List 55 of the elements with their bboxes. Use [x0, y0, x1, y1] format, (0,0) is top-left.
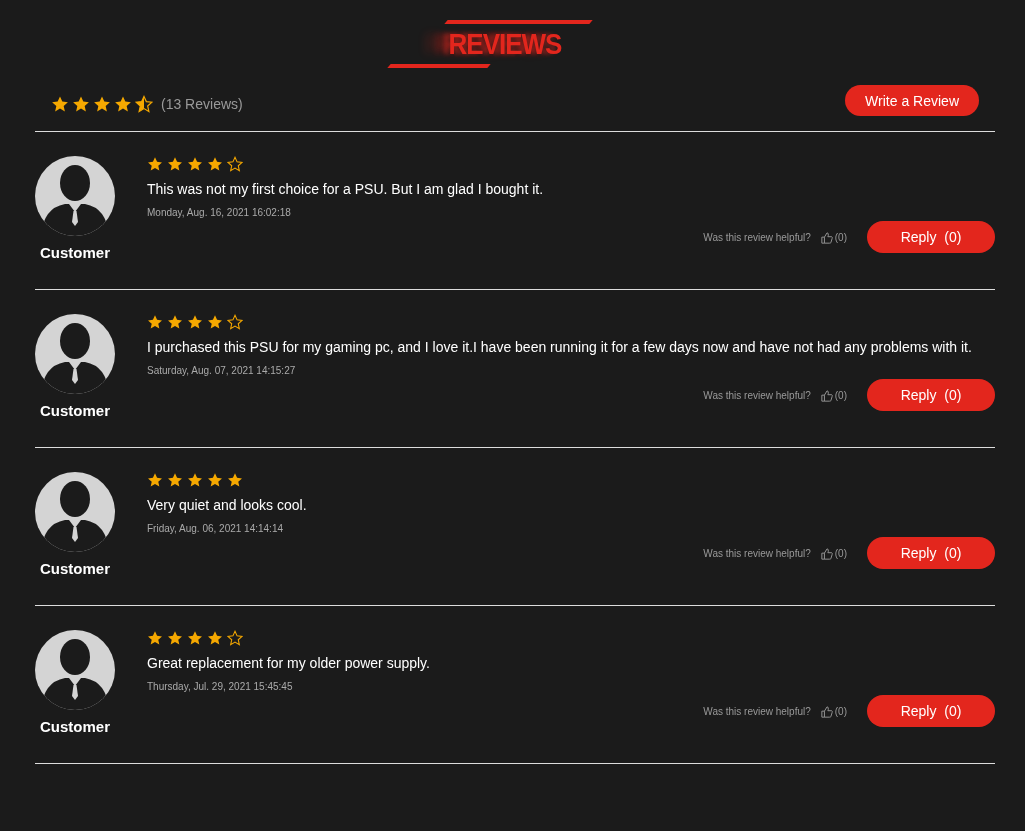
review-date: Saturday, Aug. 07, 2021 14:15:27 [147, 365, 296, 378]
thumbs-up-icon [820, 705, 833, 718]
review-text: This was not my first choice for a PSU. But I am glad I bought it. [147, 181, 545, 197]
star-icon [147, 156, 163, 172]
like-button[interactable]: (0) [820, 547, 847, 560]
star-icon [207, 630, 223, 646]
review-count: (13 Reviews) [161, 95, 243, 112]
write-review-button[interactable]: Write a Review [845, 85, 979, 116]
thumbs-up-icon [820, 389, 833, 402]
reply-button[interactable]: Reply (0) [867, 379, 995, 411]
review-text: I purchased this PSU for my gaming pc, and I love it.I have been running it for a few days now and have not had any problems with it. [147, 339, 973, 355]
thumbs-up-icon [820, 231, 833, 244]
helpful-prompt: Was this review helpful? [703, 390, 811, 401]
like-button[interactable]: (0) [820, 231, 847, 244]
helpful-prompt: Was this review helpful? [703, 548, 811, 559]
author-name: Customer [40, 718, 110, 735]
star-icon [187, 630, 203, 646]
author-name: Customer [40, 402, 110, 419]
star-icon [207, 156, 223, 172]
helpful-prompt: Was this review helpful? [703, 706, 811, 717]
avatar-icon [35, 156, 115, 236]
reply-button[interactable]: Reply (0) [867, 221, 995, 253]
author-name: Customer [40, 244, 110, 261]
empty-star-icon [227, 156, 243, 172]
review-date: Monday, Aug. 16, 2021 16:02:18 [147, 207, 291, 220]
star-icon [207, 472, 223, 488]
avatar-icon [35, 314, 115, 394]
reply-button[interactable]: Reply (0) [867, 695, 995, 727]
star-icon [187, 314, 203, 330]
star-icon [147, 314, 163, 330]
star-icon [187, 472, 203, 488]
thumbs-up-icon [820, 547, 833, 560]
like-button[interactable]: (0) [820, 389, 847, 402]
empty-star-icon [227, 314, 243, 330]
star-icon [167, 630, 183, 646]
empty-star-icon [227, 630, 243, 646]
like-button[interactable]: (0) [820, 705, 847, 718]
star-icon [187, 156, 203, 172]
star-icon [167, 314, 183, 330]
star-icon [167, 156, 183, 172]
helpful-prompt: Was this review helpful? [703, 232, 811, 243]
star-icon [147, 472, 163, 488]
review-date: Friday, Aug. 06, 2021 14:14:14 [147, 523, 284, 536]
author-name: Customer [40, 560, 110, 577]
star-icon [207, 314, 223, 330]
avatar-icon [35, 630, 115, 710]
avatar-icon [35, 472, 115, 552]
reply-button[interactable]: Reply (0) [867, 537, 995, 569]
star-icon [167, 472, 183, 488]
star-icon [147, 630, 163, 646]
half-star-icon [135, 94, 153, 113]
review-text: Very quiet and looks cool. [147, 497, 308, 513]
star-icon [227, 472, 243, 488]
review-text: Great replacement for my older power supply. [147, 655, 431, 671]
review-date: Thursday, Jul. 29, 2021 15:45:45 [147, 681, 293, 694]
